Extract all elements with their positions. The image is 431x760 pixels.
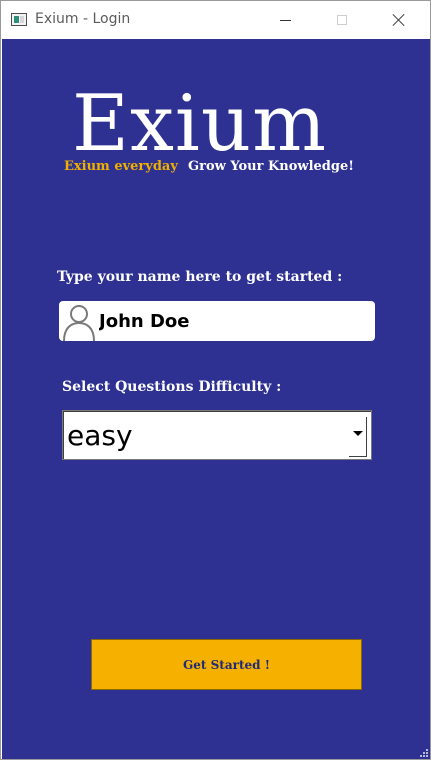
tagline: Grow Your Knowledge! xyxy=(188,159,354,174)
maximize-button[interactable] xyxy=(314,1,370,39)
app-icon xyxy=(11,13,27,26)
dropdown-arrow[interactable] xyxy=(349,417,367,457)
resize-grip-icon[interactable] xyxy=(419,748,428,757)
name-input[interactable] xyxy=(99,307,369,335)
app-logo-title: Exium xyxy=(72,79,328,169)
app-window: Exium - Login Exium Exium everyday Grow … xyxy=(0,0,431,760)
user-icon xyxy=(63,305,95,341)
name-field[interactable] xyxy=(59,301,375,341)
difficulty-label: Select Questions Difficulty : xyxy=(62,379,282,395)
close-icon xyxy=(392,13,406,27)
difficulty-select[interactable]: easy xyxy=(62,410,372,460)
chevron-down-icon xyxy=(353,431,363,436)
window-title: Exium - Login xyxy=(35,11,131,27)
tagline-accent: Exium everyday xyxy=(64,159,178,174)
title-bar[interactable]: Exium - Login xyxy=(1,1,430,39)
minimize-button[interactable] xyxy=(257,1,313,39)
difficulty-selected-value: easy xyxy=(67,419,133,452)
get-started-button[interactable]: Get Started ! xyxy=(91,639,362,690)
maximize-icon xyxy=(337,15,347,25)
name-label: Type your name here to get started : xyxy=(57,269,343,285)
close-button[interactable] xyxy=(371,1,427,39)
minimize-icon xyxy=(279,19,291,21)
login-panel: Exium Exium everyday Grow Your Knowledge… xyxy=(2,39,430,759)
